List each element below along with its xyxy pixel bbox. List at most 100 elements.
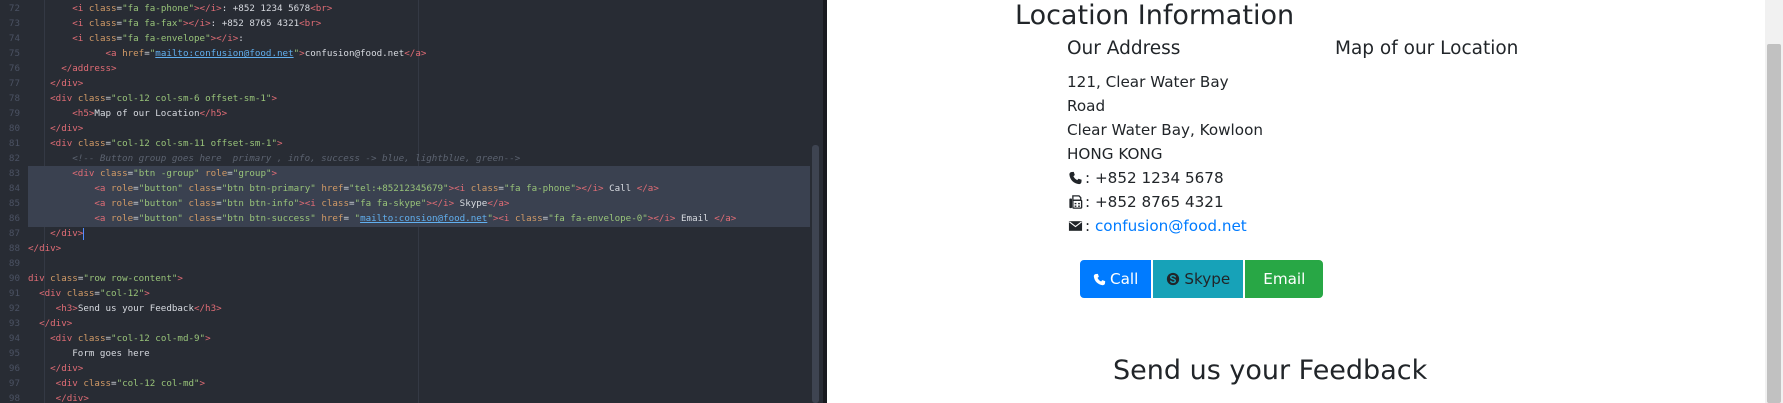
- code-token: "fa fa-phone": [122, 3, 195, 14]
- code-token: class: [77, 138, 106, 149]
- code-line[interactable]: 98 </div>: [0, 391, 89, 403]
- code-line[interactable]: 89: [0, 256, 28, 271]
- code-line[interactable]: 78 <div class="col-12 col-sm-6 offset-sm…: [0, 91, 277, 106]
- line-number: 80: [8, 123, 20, 134]
- code-line[interactable]: 72 <i class="fa fa-phone"></i>: +852 123…: [0, 1, 332, 16]
- code-token: >: [271, 168, 278, 179]
- code-token: "col-12 col-sm-11 offset-sm-1": [111, 138, 277, 149]
- browser-preview: Location Information Our Address Map of …: [827, 0, 1783, 403]
- email-button[interactable]: Email: [1245, 260, 1324, 298]
- address-line: HONG KONG: [1067, 145, 1163, 163]
- line-number: 96: [8, 363, 20, 374]
- code-line[interactable]: 97 <div class="col-12 col-md">: [0, 376, 205, 391]
- code-line[interactable]: 79 <h5>Map of our Location</h5>: [0, 106, 227, 121]
- fax-line: : +852 8765 4321: [1067, 190, 1224, 214]
- fax-text: : +852 8765 4321: [1085, 193, 1224, 211]
- code-editor[interactable]: 72 <i class="fa fa-phone"></i>: +852 123…: [0, 0, 823, 403]
- line-number: 78: [8, 93, 20, 104]
- code-token: ></i>: [210, 33, 239, 44]
- line-number: 83: [8, 168, 20, 179]
- code-line[interactable]: 87 </div>: [0, 226, 85, 241]
- code-token: >: [271, 93, 277, 104]
- code-token: : +852 8765 4321: [210, 18, 300, 29]
- code-token: class: [77, 333, 106, 344]
- code-line[interactable]: 73 <i class="fa fa-fax"></i>: +852 8765 …: [0, 16, 321, 31]
- code-token: role: [111, 213, 134, 224]
- code-token: </address>: [61, 63, 117, 74]
- code-line[interactable]: 75 <a href="mailto:confusion@food.net">c…: [0, 46, 426, 61]
- preview-scrollbar-thumb[interactable]: [1767, 44, 1781, 403]
- fax-icon: [1069, 195, 1083, 209]
- code-line[interactable]: 96 </div>: [0, 361, 83, 376]
- editor-scrollbar[interactable]: [812, 145, 819, 403]
- code-token: </div>: [50, 363, 84, 374]
- code-token: href: [321, 183, 344, 194]
- code-line[interactable]: 80 </div>: [0, 121, 83, 136]
- code-token: class: [188, 198, 217, 209]
- line-number: 76: [8, 63, 20, 74]
- code-line[interactable]: 81 <div class="col-12 col-sm-11 offset-s…: [0, 136, 283, 151]
- code-token: </div>: [28, 243, 62, 254]
- code-token: class: [99, 168, 128, 179]
- code-line[interactable]: 86 <a role="button" class="btn btn-succe…: [0, 211, 736, 226]
- line-number: 97: [8, 378, 20, 389]
- code-token: class: [88, 33, 117, 44]
- code-token: class: [321, 198, 349, 209]
- code-line[interactable]: 92 <h3>Send us your Feedback</h3>: [0, 301, 222, 316]
- code-token: "btn btn-info": [221, 198, 300, 209]
- code-token: <br>: [299, 18, 322, 29]
- code-token: "col-12 col-md": [116, 378, 200, 389]
- skype-button[interactable]: Skype: [1153, 260, 1244, 298]
- phone-text: : +852 1234 5678: [1085, 169, 1224, 187]
- line-number: 75: [8, 48, 20, 59]
- code-line[interactable]: 83 <div class="btn -group" role="group">: [0, 166, 277, 181]
- line-number: 72: [8, 3, 20, 14]
- line-number: 92: [8, 303, 20, 314]
- code-token: class: [88, 18, 117, 29]
- code-token: <a: [105, 48, 123, 59]
- envelope-icon: [1068, 221, 1083, 231]
- code-line[interactable]: 90 div class="row row-content">: [0, 271, 183, 286]
- code-token: "tel:+85212345679": [349, 183, 449, 194]
- code-line[interactable]: 82 <!-- Button group goes here primary ,…: [0, 151, 520, 166]
- phone-icon: [1093, 273, 1106, 285]
- code-token: >: [144, 288, 150, 299]
- code-line[interactable]: 77 </div>: [0, 76, 83, 91]
- email-link[interactable]: confusion@food.net: [1095, 217, 1247, 235]
- code-token: mailto:confusion@food.net: [155, 48, 294, 59]
- code-token: role: [205, 168, 228, 179]
- code-line[interactable]: 88 </div>: [0, 241, 61, 256]
- code-line[interactable]: 85 <a role="button" class="btn btn-info"…: [0, 196, 510, 211]
- code-line[interactable]: 76 </address>: [0, 61, 117, 76]
- code-line[interactable]: 74 <i class="fa fa-envelope"></i>:: [0, 31, 244, 46]
- code-token: "group": [232, 168, 272, 179]
- code-token: </div>: [39, 318, 73, 329]
- line-number: 77: [8, 78, 20, 89]
- code-token: ><i: [492, 213, 515, 224]
- line-number: 74: [8, 33, 20, 44]
- code-token: ></i>: [194, 3, 222, 14]
- code-line[interactable]: 94 <div class="col-12 col-md-9">: [0, 331, 211, 346]
- line-number: 93: [8, 318, 20, 329]
- line-number: 86: [8, 213, 20, 224]
- preview-scrollbar-track[interactable]: [1765, 0, 1783, 403]
- code-token: <a: [94, 198, 111, 209]
- code-line[interactable]: 84 <a role="button" class="btn btn-prima…: [0, 181, 659, 196]
- code-token: <div: [39, 288, 67, 299]
- code-line[interactable]: 93 </div>: [0, 316, 72, 331]
- code-line[interactable]: 91 <div class="col-12">: [0, 286, 150, 301]
- email-button-label: Email: [1263, 270, 1306, 288]
- code-token: :: [238, 33, 244, 44]
- code-token: "fa fa-envelope-0": [548, 213, 648, 224]
- code-line[interactable]: 95 Form goes here: [0, 346, 150, 361]
- code-token: ></i>: [647, 213, 676, 224]
- code-token: <i: [72, 33, 89, 44]
- call-button[interactable]: Call: [1080, 260, 1152, 298]
- code-token: <a: [94, 213, 111, 224]
